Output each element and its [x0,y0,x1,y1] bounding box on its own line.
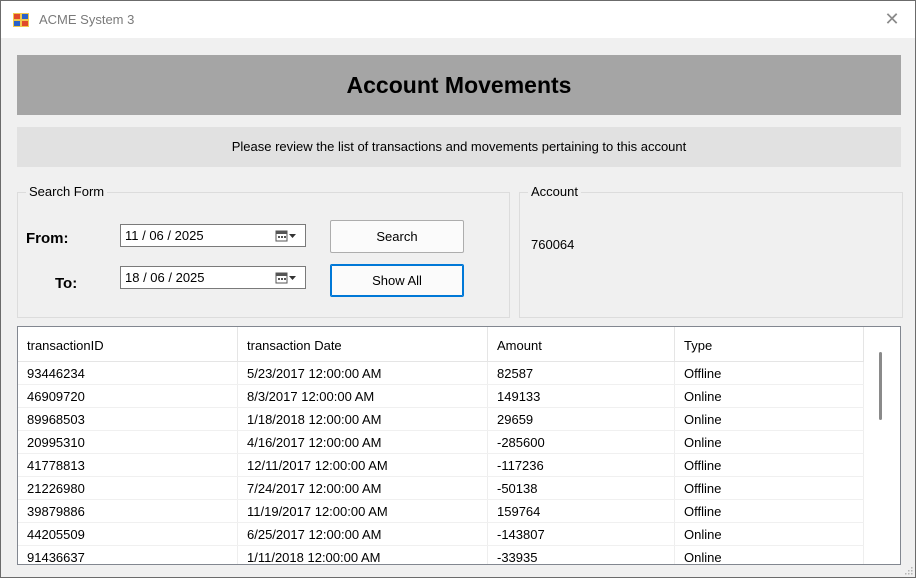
window-title: ACME System 3 [39,12,135,27]
title-bar: ACME System 3 ✕ [1,1,915,38]
cell-transaction-id[interactable]: 41778813 [18,454,238,476]
app-window-icon [13,13,29,27]
cell-type[interactable]: Online [675,546,864,564]
cell-transaction-date[interactable]: 8/3/2017 12:00:00 AM [238,385,488,407]
table-row[interactable]: 20995310 4/16/2017 12:00:00 AM -285600 O… [18,431,864,454]
table-row[interactable]: 89968503 1/18/2018 12:00:00 AM 29659 Onl… [18,408,864,431]
grid-rows: 93446234 5/23/2017 12:00:00 AM 82587 Off… [18,362,864,564]
column-header-type[interactable]: Type [675,327,864,361]
table-row[interactable]: 44205509 6/25/2017 12:00:00 AM -143807 O… [18,523,864,546]
table-row[interactable]: 91436637 1/11/2018 12:00:00 AM -33935 On… [18,546,864,564]
cell-type[interactable]: Online [675,431,864,453]
table-row[interactable]: 39879886 11/19/2017 12:00:00 AM 159764 O… [18,500,864,523]
account-group: Account 760064 [519,184,903,318]
cell-type[interactable]: Offline [675,500,864,522]
calendar-dropdown-icon[interactable] [275,229,297,243]
search-form-title: Search Form [26,184,108,199]
cell-amount[interactable]: -33935 [488,546,675,564]
grid-header-row: transactionID transaction Date Amount Ty… [18,327,864,362]
cell-type[interactable]: Online [675,385,864,407]
cell-amount[interactable]: -143807 [488,523,675,545]
page-title: Account Movements [17,55,901,115]
account-group-title: Account [528,184,581,199]
vertical-scrollbar[interactable] [864,327,900,564]
cell-amount[interactable]: -117236 [488,454,675,476]
show-all-button[interactable]: Show All [330,264,464,297]
resize-grip-icon[interactable] [905,567,913,575]
cell-type[interactable]: Offline [675,362,864,384]
table-row[interactable]: 93446234 5/23/2017 12:00:00 AM 82587 Off… [18,362,864,385]
table-row[interactable]: 41778813 12/11/2017 12:00:00 AM -117236 … [18,454,864,477]
scrollbar-thumb[interactable] [879,352,882,420]
cell-transaction-id[interactable]: 20995310 [18,431,238,453]
page-subtitle: Please review the list of transactions a… [17,127,901,167]
cell-transaction-date[interactable]: 1/18/2018 12:00:00 AM [238,408,488,430]
transactions-grid[interactable]: transactionID transaction Date Amount Ty… [17,326,901,565]
cell-transaction-date[interactable]: 12/11/2017 12:00:00 AM [238,454,488,476]
to-label: To: [55,275,78,292]
cell-transaction-date[interactable]: 4/16/2017 12:00:00 AM [238,431,488,453]
cell-type[interactable]: Offline [675,454,864,476]
column-header-amount[interactable]: Amount [488,327,675,361]
cell-type[interactable]: Offline [675,477,864,499]
table-row[interactable]: 46909720 8/3/2017 12:00:00 AM 149133 Onl… [18,385,864,408]
cell-amount[interactable]: 149133 [488,385,675,407]
cell-transaction-date[interactable]: 1/11/2018 12:00:00 AM [238,546,488,564]
cell-transaction-date[interactable]: 11/19/2017 12:00:00 AM [238,500,488,522]
column-header-transaction-id[interactable]: transactionID [18,327,238,361]
cell-transaction-id[interactable]: 39879886 [18,500,238,522]
search-button[interactable]: Search [330,220,464,253]
cell-amount[interactable]: -50138 [488,477,675,499]
account-number: 760064 [531,237,575,252]
table-row[interactable]: 21226980 7/24/2017 12:00:00 AM -50138 Of… [18,477,864,500]
from-label: From: [26,230,69,247]
cell-amount[interactable]: -285600 [488,431,675,453]
cell-type[interactable]: Online [675,523,864,545]
cell-type[interactable]: Online [675,408,864,430]
to-date-value[interactable]: 18 / 06 / 2025 [125,270,205,285]
cell-amount[interactable]: 159764 [488,500,675,522]
search-form-group: Search Form From: To: 11 / 06 / 2025 18 … [17,184,510,318]
close-button[interactable]: ✕ [869,1,915,38]
cell-transaction-id[interactable]: 44205509 [18,523,238,545]
from-date-value[interactable]: 11 / 06 / 2025 [125,228,204,243]
app-window: ACME System 3 ✕ Account Movements Please… [0,0,916,578]
from-date-picker[interactable]: 11 / 06 / 2025 [120,224,306,247]
cell-transaction-id[interactable]: 89968503 [18,408,238,430]
column-header-transaction-date[interactable]: transaction Date [238,327,488,361]
cell-transaction-date[interactable]: 6/25/2017 12:00:00 AM [238,523,488,545]
cell-amount[interactable]: 29659 [488,408,675,430]
calendar-dropdown-icon[interactable] [275,271,297,285]
cell-transaction-id[interactable]: 21226980 [18,477,238,499]
to-date-picker[interactable]: 18 / 06 / 2025 [120,266,306,289]
cell-amount[interactable]: 82587 [488,362,675,384]
cell-transaction-id[interactable]: 91436637 [18,546,238,564]
cell-transaction-id[interactable]: 46909720 [18,385,238,407]
cell-transaction-date[interactable]: 5/23/2017 12:00:00 AM [238,362,488,384]
cell-transaction-date[interactable]: 7/24/2017 12:00:00 AM [238,477,488,499]
cell-transaction-id[interactable]: 93446234 [18,362,238,384]
